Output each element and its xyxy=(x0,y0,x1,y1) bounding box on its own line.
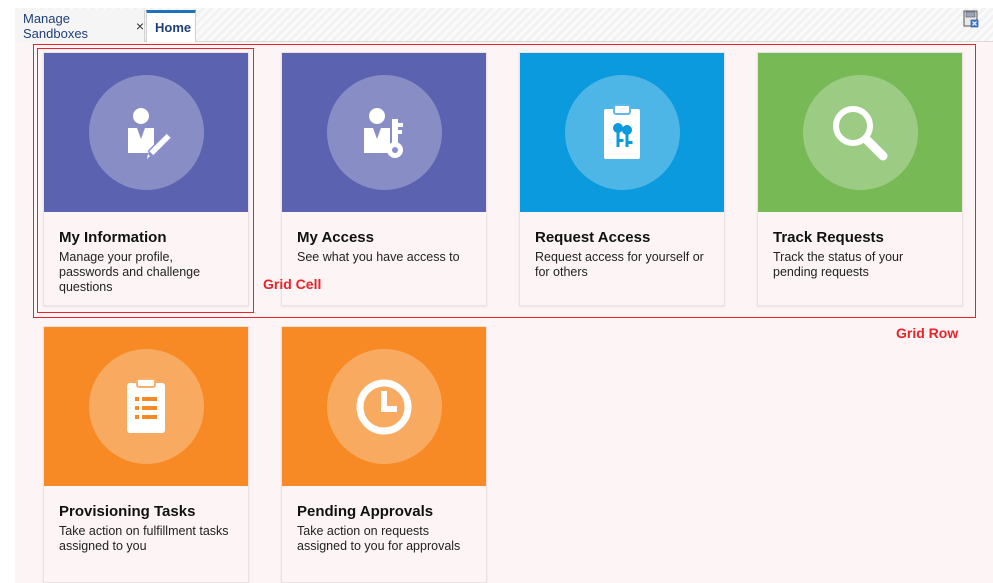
close-icon[interactable]: × xyxy=(136,18,144,34)
card-banner xyxy=(282,327,486,486)
task-list-icon xyxy=(127,377,165,433)
card-banner xyxy=(44,327,248,486)
tab-bar: Manage Sandboxes × Home xyxy=(15,8,993,42)
card-description: Take action on requests assigned to you … xyxy=(297,524,461,553)
tab-manage-sandboxes[interactable]: Manage Sandboxes × xyxy=(15,10,145,42)
icon-circle xyxy=(88,349,204,464)
card-description: Take action on fulfillment tasks assigne… xyxy=(59,524,229,553)
card-pending-approvals[interactable]: Pending Approvals Take action on request… xyxy=(281,326,487,583)
grid-cell-annotation: Grid Cell xyxy=(263,276,322,292)
clock-icon xyxy=(356,379,412,434)
save-icon[interactable] xyxy=(963,10,979,28)
card-title: Provisioning Tasks xyxy=(59,503,196,520)
tab-manage-sandboxes-label: Manage Sandboxes xyxy=(23,11,89,41)
tab-home[interactable]: Home xyxy=(146,10,196,42)
card-title: Pending Approvals xyxy=(297,503,434,520)
icon-circle xyxy=(326,349,442,464)
grid-cell-outline xyxy=(37,48,254,313)
card-provisioning-tasks[interactable]: Provisioning Tasks Take action on fulfil… xyxy=(43,326,249,583)
tab-home-label: Home xyxy=(155,20,192,35)
grid-row-annotation: Grid Row xyxy=(896,325,959,341)
